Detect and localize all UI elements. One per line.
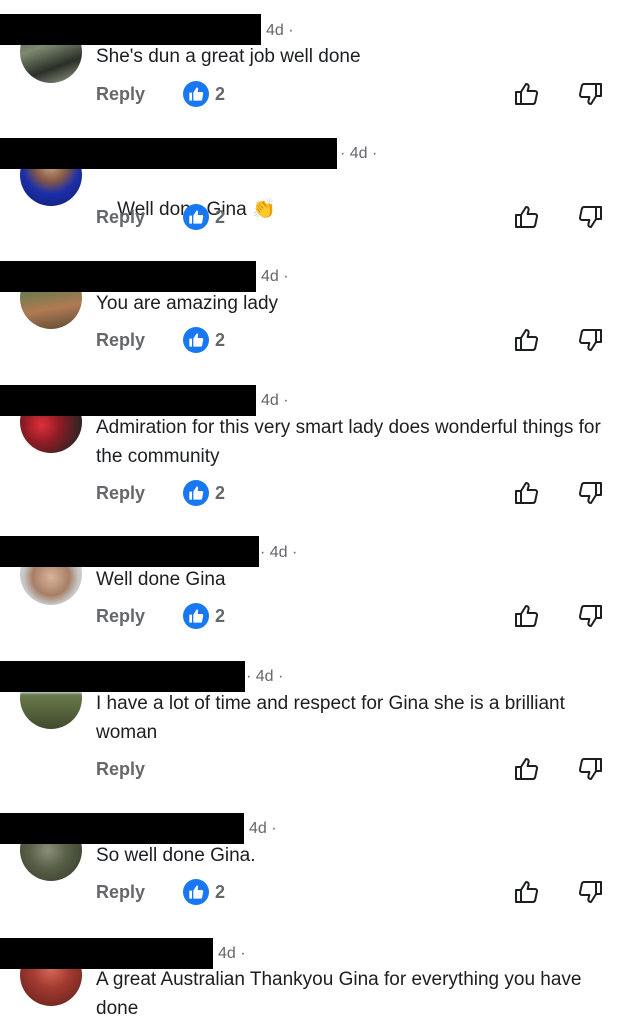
redacted-name bbox=[0, 14, 261, 45]
like-count: 2 bbox=[215, 329, 226, 350]
like-count-group: 2 bbox=[183, 879, 225, 905]
reply-button[interactable]: Reply bbox=[96, 330, 145, 351]
thumbs-up-outline-icon[interactable] bbox=[512, 80, 540, 108]
comment-time: 4d · bbox=[218, 945, 246, 962]
thumbs-down-outline-icon[interactable] bbox=[577, 479, 605, 507]
like-count-group: 2 bbox=[183, 480, 225, 506]
reply-button[interactable]: Reply bbox=[96, 84, 145, 105]
thumbs-up-filled-icon bbox=[183, 327, 209, 353]
comment-text: A great Australian Thankyou Gina for eve… bbox=[96, 969, 587, 1019]
comment-time: 4d · bbox=[261, 268, 289, 285]
thumbs-down-outline-icon[interactable] bbox=[577, 203, 605, 231]
thumbs-down-outline-icon[interactable] bbox=[577, 602, 605, 630]
comment-text: You are amazing lady bbox=[96, 293, 279, 314]
clapping-hands-emoji: 👏 bbox=[251, 199, 276, 220]
comment-time: · 4d · bbox=[340, 145, 378, 162]
redacted-name bbox=[0, 813, 244, 844]
like-count: 2 bbox=[215, 881, 226, 902]
thumbs-down-outline-icon[interactable] bbox=[577, 878, 605, 906]
comment-time: · 4d · bbox=[246, 668, 284, 685]
like-count: 2 bbox=[215, 605, 226, 626]
like-count-group: 2 bbox=[183, 81, 225, 107]
redacted-name bbox=[0, 536, 259, 567]
reply-button[interactable]: Reply bbox=[96, 759, 145, 780]
thumbs-up-filled-icon bbox=[183, 879, 209, 905]
comment-text: She's dun a great job well done bbox=[96, 46, 361, 67]
like-count: 2 bbox=[215, 206, 226, 227]
like-count-group: 2 bbox=[183, 204, 225, 230]
thumbs-up-filled-icon bbox=[183, 204, 209, 230]
redacted-name bbox=[0, 138, 337, 169]
like-count: 2 bbox=[215, 482, 226, 503]
thumbs-up-outline-icon[interactable] bbox=[512, 878, 540, 906]
redacted-name bbox=[0, 385, 256, 416]
thumbs-up-outline-icon[interactable] bbox=[512, 602, 540, 630]
comment-time: 4d · bbox=[266, 22, 294, 39]
like-count: 2 bbox=[215, 83, 226, 104]
comment-time: · 4d · bbox=[260, 544, 298, 561]
thumbs-up-outline-icon[interactable] bbox=[512, 755, 540, 783]
thumbs-up-outline-icon[interactable] bbox=[512, 203, 540, 231]
thumbs-up-outline-icon[interactable] bbox=[512, 479, 540, 507]
redacted-name bbox=[0, 661, 245, 692]
comment-time: 4d · bbox=[261, 392, 289, 409]
comment-text: So well done Gina. bbox=[96, 845, 256, 866]
comment-time: 4d · bbox=[249, 820, 277, 837]
reply-button[interactable]: Reply bbox=[96, 606, 145, 627]
comment-text: Admiration for this very smart lady does… bbox=[96, 417, 607, 467]
comment-text: Well done Gina bbox=[96, 569, 226, 590]
reply-button[interactable]: Reply bbox=[96, 483, 145, 504]
like-count-group: 2 bbox=[183, 327, 225, 353]
thumbs-up-filled-icon bbox=[183, 603, 209, 629]
comment-text: I have a lot of time and respect for Gin… bbox=[96, 693, 571, 743]
reply-button[interactable]: Reply bbox=[96, 207, 145, 228]
thumbs-down-outline-icon[interactable] bbox=[577, 326, 605, 354]
thumbs-up-filled-icon bbox=[183, 81, 209, 107]
thumbs-down-outline-icon[interactable] bbox=[577, 80, 605, 108]
thumbs-up-outline-icon[interactable] bbox=[512, 326, 540, 354]
redacted-name bbox=[0, 261, 256, 292]
reply-button[interactable]: Reply bbox=[96, 882, 145, 903]
thumbs-down-outline-icon[interactable] bbox=[577, 755, 605, 783]
thumbs-up-filled-icon bbox=[183, 480, 209, 506]
like-count-group: 2 bbox=[183, 603, 225, 629]
